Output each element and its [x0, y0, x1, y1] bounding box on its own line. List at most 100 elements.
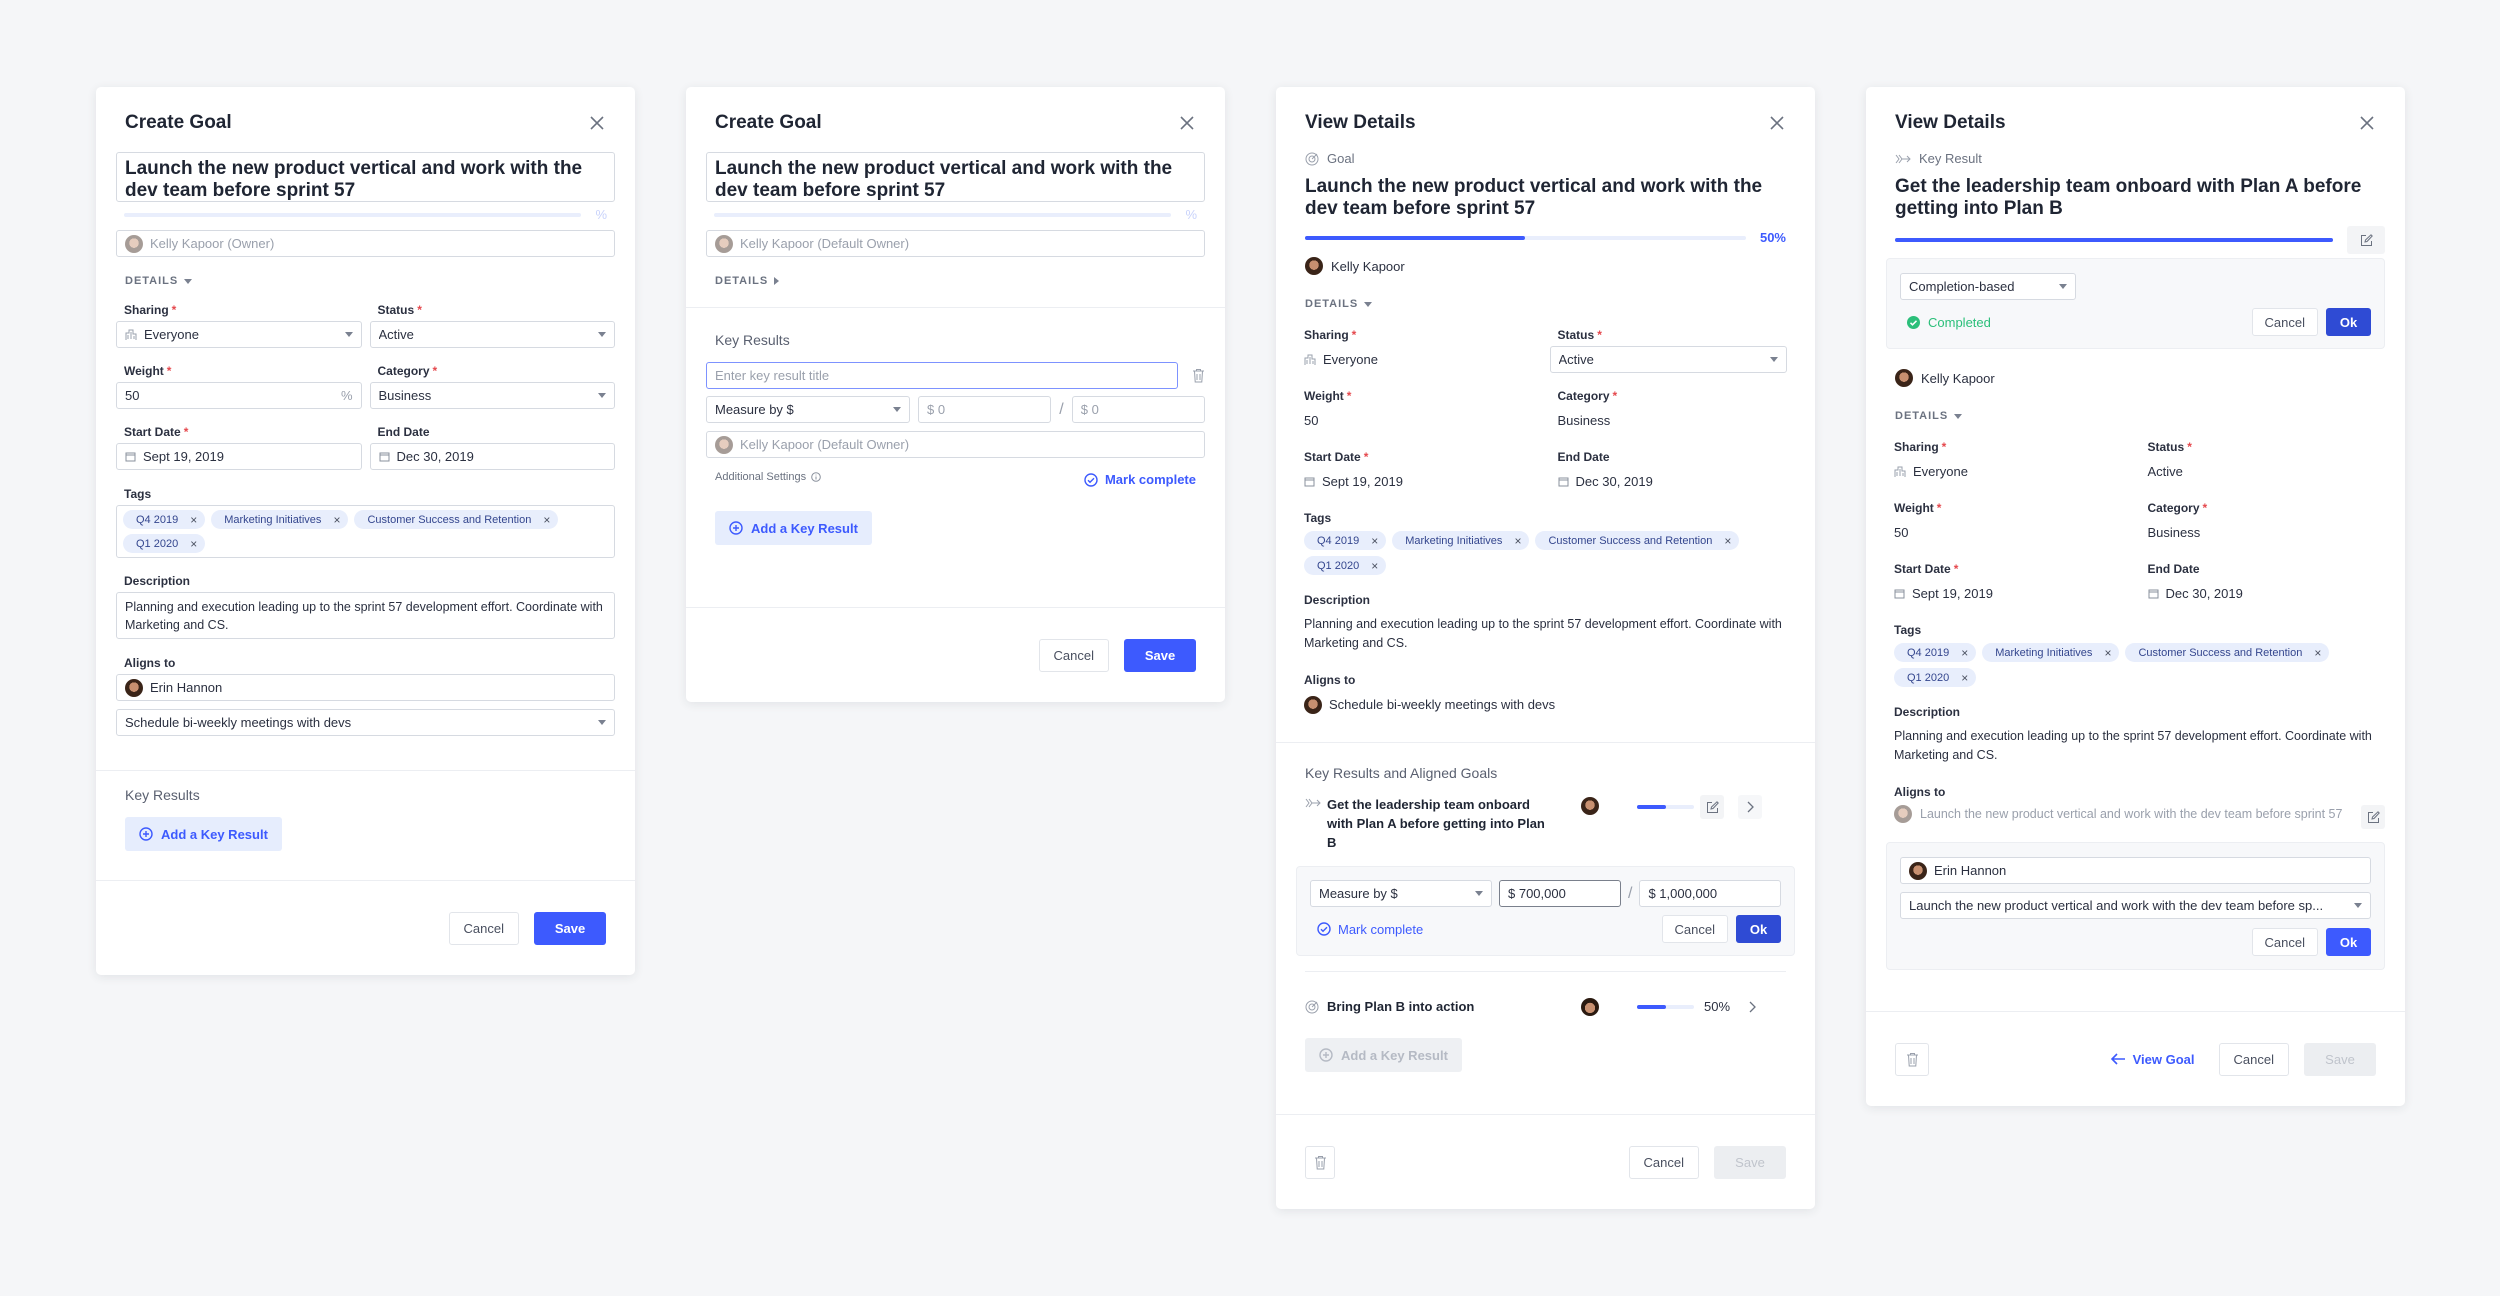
aligns-goal-select[interactable]: Schedule bi-weekly meetings with devs	[116, 709, 615, 736]
end-date-input[interactable]: Dec 30, 2019	[369, 443, 615, 470]
status-select[interactable]: Active	[1549, 346, 1787, 373]
details-toggle[interactable]: DETAILS	[715, 274, 1225, 288]
remove-tag-icon[interactable]: ×	[2314, 646, 2321, 660]
key-result-icon	[1305, 798, 1327, 808]
tags-input[interactable]: Q4 2019 × Marketing Initiatives × Customer…	[116, 505, 615, 558]
cancel-button[interactable]: Cancel	[2251, 308, 2318, 336]
dialog-title: View Details	[1895, 112, 2006, 133]
status-select[interactable]: Active	[369, 321, 615, 348]
cancel-button[interactable]: Cancel	[1038, 638, 1109, 672]
details-toggle[interactable]: DETAILS	[1895, 409, 2405, 423]
progress-bar	[714, 212, 1172, 217]
calendar-icon	[125, 451, 136, 462]
remove-tag-icon[interactable]: ×	[543, 513, 550, 527]
details-toggle[interactable]: DETAILS	[1305, 297, 1815, 311]
dialog-title: Create Goal	[715, 112, 822, 133]
remove-tag-icon[interactable]: ×	[1371, 559, 1378, 573]
aligns-to-label: Aligns to	[1304, 673, 1356, 687]
owner-input[interactable]: Kelly Kapoor (Default Owner)	[706, 230, 1205, 257]
close-icon[interactable]	[1768, 114, 1786, 132]
owner-input[interactable]: Kelly Kapoor (Owner)	[116, 230, 615, 257]
status-label: Status	[2147, 440, 2185, 454]
cancel-button[interactable]: Cancel	[2218, 1042, 2289, 1076]
chevron-right-icon[interactable]	[1738, 795, 1762, 819]
required-mark: *	[432, 364, 438, 378]
remove-tag-icon[interactable]: ×	[2104, 646, 2111, 660]
key-result-title-input[interactable]: Enter key result title	[706, 362, 1178, 389]
remove-tag-icon[interactable]: ×	[1724, 534, 1731, 548]
close-icon[interactable]	[1178, 114, 1196, 132]
aligns-owner-input[interactable]: Erin Hannon	[116, 674, 615, 701]
remove-tag-icon[interactable]: ×	[1514, 534, 1521, 548]
details-label: DETAILS	[1305, 298, 1359, 310]
ok-button[interactable]: Ok	[1736, 915, 1781, 943]
sharing-select[interactable]: Everyone	[116, 321, 362, 348]
view-goal-link[interactable]: View Goal	[2110, 1052, 2195, 1067]
close-icon[interactable]	[2358, 114, 2376, 132]
current-value-input[interactable]: $ 0	[918, 396, 1052, 423]
aligns-owner-input[interactable]: Erin Hannon	[1900, 857, 2371, 884]
building-icon	[1894, 466, 1906, 478]
mark-complete-button[interactable]: Mark complete	[1084, 472, 1196, 487]
tag: Q4 2019 ×	[123, 510, 206, 529]
save-button[interactable]: Save	[534, 911, 606, 945]
mark-complete-button[interactable]: Mark complete	[1317, 922, 1423, 937]
save-button[interactable]: Save	[2304, 1042, 2376, 1076]
add-key-result-button[interactable]: Add a Key Result	[1305, 1038, 1462, 1072]
trash-icon[interactable]	[1192, 368, 1205, 383]
goal-title-input[interactable]: Launch the new product vertical and work…	[706, 152, 1205, 202]
close-icon[interactable]	[588, 114, 606, 132]
description-input[interactable]: Planning and execution leading up to the…	[116, 592, 615, 639]
save-button[interactable]: Save	[1124, 638, 1196, 672]
target-value-input[interactable]: $ 0	[1071, 396, 1206, 423]
add-key-result-button[interactable]: Add a Key Result	[125, 817, 282, 851]
check-circle-icon	[1317, 922, 1331, 936]
current-value-input[interactable]: $ 700,000	[1499, 880, 1621, 907]
start-date-input[interactable]: Sept 19, 2019	[116, 443, 362, 470]
measure-type-select[interactable]: Completion-based	[1900, 273, 2076, 300]
remove-tag-icon[interactable]: ×	[190, 537, 197, 551]
measure-select[interactable]: Measure by $	[1310, 880, 1492, 907]
ok-button[interactable]: Ok	[2326, 928, 2371, 956]
aligned-goal-row[interactable]: Bring Plan B into action 50%	[1305, 997, 1786, 1016]
category-select[interactable]: Business	[369, 382, 615, 409]
remove-tag-icon[interactable]: ×	[1961, 671, 1968, 685]
goal-title-input[interactable]: Launch the new product vertical and work…	[116, 152, 615, 202]
edit-icon[interactable]	[1700, 795, 1724, 819]
chevron-right-icon[interactable]	[1748, 1001, 1756, 1013]
edit-icon[interactable]	[2347, 226, 2385, 254]
delete-button[interactable]	[1895, 1042, 1929, 1076]
cancel-button[interactable]: Cancel	[2251, 928, 2318, 956]
cancel-button[interactable]: Cancel	[1661, 915, 1728, 943]
avatar	[715, 435, 733, 454]
trash-icon	[1906, 1052, 1919, 1067]
key-result-owner-input[interactable]: Kelly Kapoor (Default Owner)	[706, 431, 1205, 458]
add-key-result-button[interactable]: Add a Key Result	[715, 511, 872, 545]
delete-button[interactable]	[1305, 1145, 1335, 1179]
remove-tag-icon[interactable]: ×	[1371, 534, 1378, 548]
additional-settings-link[interactable]: Additional Settings	[715, 466, 821, 487]
measure-select[interactable]: Measure by $	[706, 396, 910, 423]
details-label: DETAILS	[125, 275, 179, 287]
tags-list: Q4 2019 × Marketing Initiatives × Customer…	[1304, 531, 1795, 575]
info-icon	[811, 471, 821, 482]
divider	[1305, 971, 1786, 972]
key-result-row[interactable]: Get the leadership team onboard with Pla…	[1305, 795, 1786, 852]
aligns-goal-select[interactable]: Launch the new product vertical and work…	[1900, 892, 2371, 919]
progress-fill	[1895, 238, 2333, 242]
edit-icon[interactable]	[2361, 805, 2385, 829]
cancel-button[interactable]: Cancel	[448, 911, 519, 945]
cancel-button[interactable]: Cancel	[1628, 1145, 1699, 1179]
required-mark: *	[166, 364, 172, 378]
tag-label: Q1 2020	[1317, 559, 1360, 572]
weight-input[interactable]: 50%	[116, 382, 362, 409]
remove-tag-icon[interactable]: ×	[190, 513, 197, 527]
remove-tag-icon[interactable]: ×	[1961, 646, 1968, 660]
details-toggle[interactable]: DETAILS	[125, 274, 635, 288]
target-value-input[interactable]: $ 1,000,000	[1639, 880, 1781, 907]
remove-tag-icon[interactable]: ×	[333, 513, 340, 527]
ok-button[interactable]: Ok	[2326, 308, 2371, 336]
save-button[interactable]: Save	[1714, 1145, 1786, 1179]
start-date-value: Sept 19, 2019	[143, 449, 224, 464]
start-date-value: Sept 19, 2019	[1912, 586, 1993, 601]
